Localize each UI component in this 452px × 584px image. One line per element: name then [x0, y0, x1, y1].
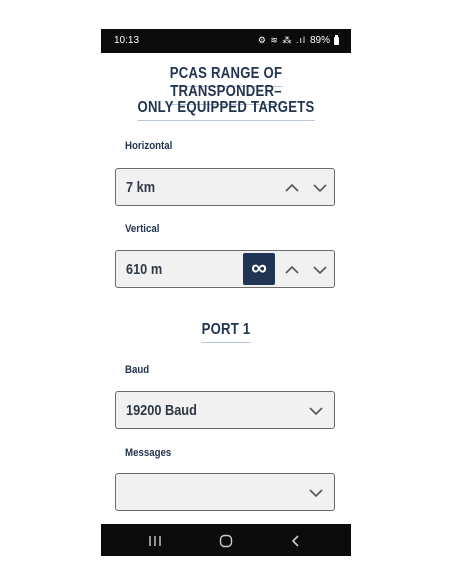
- vertical-range-value: 610 m: [126, 261, 163, 278]
- chevron-down-icon[interactable]: [312, 262, 328, 278]
- section-title-line-2: ONLY EQUIPPED TARGETS: [124, 99, 329, 121]
- baud-select[interactable]: 19200 Baud: [115, 391, 335, 429]
- vertical-range-field[interactable]: 610 m ∞: [115, 250, 335, 288]
- horizontal-range-value: 7 km: [126, 179, 156, 196]
- battery-icon: [334, 34, 339, 45]
- recent-apps-icon[interactable]: [147, 533, 163, 549]
- port-heading: PORT 1: [124, 321, 329, 343]
- status-time: 10:13: [114, 35, 140, 46]
- baud-label: Baud: [125, 364, 150, 376]
- settings-content[interactable]: PCAS RANGE OF TRANSPONDER– ONLY EQUIPPED…: [101, 53, 351, 524]
- navigation-bar: [101, 524, 351, 556]
- chevron-up-icon[interactable]: [284, 262, 300, 278]
- section-title-line-1: PCAS RANGE OF TRANSPONDER–: [124, 65, 329, 105]
- status-bar: 10:13 ⚙ ≋ ⁂ .ıl 89%: [101, 29, 351, 53]
- section-title-text-2: ONLY EQUIPPED TARGETS: [137, 99, 315, 121]
- phone-screen: 10:13 ⚙ ≋ ⁂ .ıl 89% PCAS RANGE OF TRANSP…: [101, 29, 351, 556]
- chevron-down-icon[interactable]: [312, 180, 328, 196]
- status-indicators: ⚙ ≋ ⁂ .ıl 89%: [257, 34, 339, 46]
- chevron-down-icon[interactable]: [308, 485, 324, 501]
- status-icons: ⚙ ≋ ⁂ .ıl: [257, 35, 306, 45]
- back-icon[interactable]: [288, 533, 304, 549]
- battery-percent: 89%: [309, 35, 330, 46]
- baud-value: 19200 Baud: [126, 402, 197, 419]
- horizontal-range-field[interactable]: 7 km: [115, 168, 335, 206]
- messages-select[interactable]: [115, 473, 335, 511]
- chevron-up-icon[interactable]: [284, 180, 300, 196]
- vertical-label: Vertical: [125, 223, 160, 235]
- infinity-button[interactable]: ∞: [243, 253, 275, 285]
- messages-label: Messages: [125, 447, 172, 459]
- home-icon[interactable]: [218, 533, 234, 549]
- chevron-down-icon[interactable]: [308, 403, 324, 419]
- horizontal-label: Horizontal: [125, 140, 173, 152]
- port-heading-text: PORT 1: [201, 321, 251, 343]
